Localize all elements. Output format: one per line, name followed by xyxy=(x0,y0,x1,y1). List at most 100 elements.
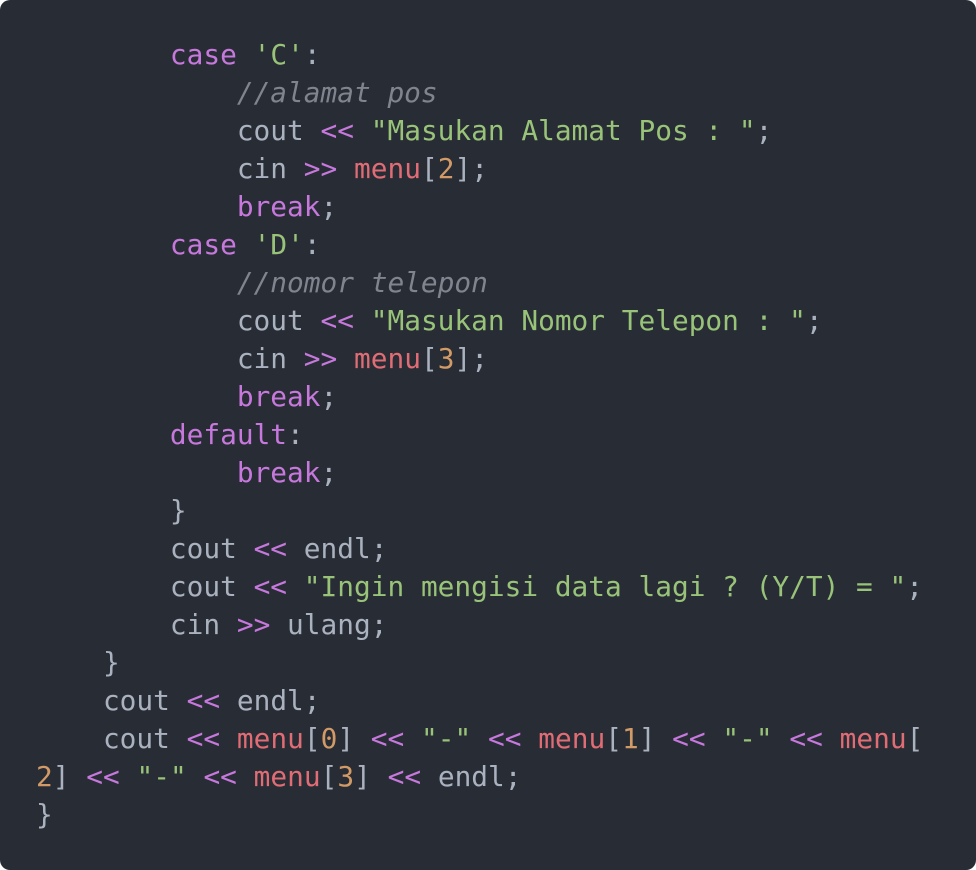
string-token: "-" xyxy=(421,722,472,755)
code-text: ; xyxy=(320,456,338,489)
code-line: case 'D': xyxy=(36,226,923,264)
code-text: endl; xyxy=(287,532,388,565)
variable-token: menu xyxy=(839,722,907,755)
operator-token: << xyxy=(320,114,354,147)
code-text: [ xyxy=(906,722,924,755)
code-text: endl; xyxy=(421,760,522,793)
operator-token: << xyxy=(789,722,823,755)
code-line: cin >> ulang; xyxy=(36,606,923,644)
code-text: : xyxy=(303,38,321,71)
keyword-token: break xyxy=(236,190,321,223)
code-text: ]; xyxy=(454,152,488,185)
code-line: cin >> menu[2]; xyxy=(36,150,923,188)
code-line: cout << menu[0] << "-" << menu[1] << "-"… xyxy=(36,720,923,758)
variable-token: menu xyxy=(236,722,304,755)
operator-token: >> xyxy=(303,342,338,375)
code-text: ; xyxy=(906,570,924,603)
number-token: 3 xyxy=(337,760,355,793)
keyword-token: break xyxy=(236,380,321,413)
code-line: default: xyxy=(36,416,923,454)
comment-token: //nomor telepon xyxy=(236,266,488,299)
operator-token: >> xyxy=(236,608,271,641)
variable-token: menu xyxy=(354,342,421,375)
code-text: } xyxy=(36,494,187,527)
code-text: [ xyxy=(420,152,438,185)
code-line: 2] << "-" << menu[3] << endl; xyxy=(36,758,923,796)
code-snippet-panel: case 'C': //alamat pos cout << "Masukan … xyxy=(0,0,976,870)
comment-token: //alamat pos xyxy=(236,76,438,109)
keyword-token: default xyxy=(169,418,288,451)
code-text: ; xyxy=(755,114,773,147)
keyword-token: case xyxy=(169,38,237,71)
string-token: 'C' xyxy=(253,38,304,71)
code-line: cout << "Ingin mengisi data lagi ? (Y/T)… xyxy=(36,568,923,606)
code-text: ; xyxy=(320,190,338,223)
string-token: "-" xyxy=(136,760,187,793)
code-line: //alamat pos xyxy=(36,74,923,112)
code-text: cout xyxy=(36,570,254,603)
code-text: cin xyxy=(36,342,304,375)
number-token: 0 xyxy=(320,722,338,755)
string-token: "Ingin mengisi data lagi ? (Y/T) = " xyxy=(303,570,907,603)
code-text: ; xyxy=(320,380,338,413)
variable-token: menu xyxy=(354,152,421,185)
operator-token: << xyxy=(86,760,120,793)
number-token: 2 xyxy=(437,152,455,185)
string-token: 'D' xyxy=(253,228,304,261)
code-line: } xyxy=(36,644,923,682)
code-line: //nomor telepon xyxy=(36,264,923,302)
code-text: } xyxy=(36,798,53,831)
code-text: cout xyxy=(36,532,254,565)
code-line: cout << "Masukan Alamat Pos : "; xyxy=(36,112,923,150)
operator-token: >> xyxy=(303,152,338,185)
operator-token: << xyxy=(253,532,288,565)
number-token: 1 xyxy=(621,722,639,755)
code-text: cin xyxy=(36,608,237,641)
code-line: } xyxy=(36,492,923,530)
variable-token: menu xyxy=(538,722,606,755)
code-line: cout << endl; xyxy=(36,530,923,568)
code-text: ulang; xyxy=(270,608,388,641)
operator-token: << xyxy=(253,570,288,603)
code-text: endl; xyxy=(220,684,321,717)
code-text: [ xyxy=(303,722,321,755)
keyword-token: break xyxy=(236,456,321,489)
code-text: cout xyxy=(36,304,321,337)
code-text: : xyxy=(303,228,321,261)
code-line: cout << endl; xyxy=(36,682,923,720)
code-text: ; xyxy=(805,304,823,337)
code-text: ] xyxy=(354,760,388,793)
operator-token: << xyxy=(370,722,405,755)
operator-token: << xyxy=(186,684,221,717)
operator-token: << xyxy=(186,722,221,755)
code-text: : xyxy=(287,418,304,451)
code-text: cout xyxy=(36,114,321,147)
code-line: cout << "Masukan Nomor Telepon : "; xyxy=(36,302,923,340)
operator-token: << xyxy=(488,722,522,755)
string-token: "Masukan Nomor Telepon : " xyxy=(370,304,806,337)
code-text: cout xyxy=(36,684,187,717)
code-text: } xyxy=(36,646,120,679)
variable-token: menu xyxy=(253,760,321,793)
